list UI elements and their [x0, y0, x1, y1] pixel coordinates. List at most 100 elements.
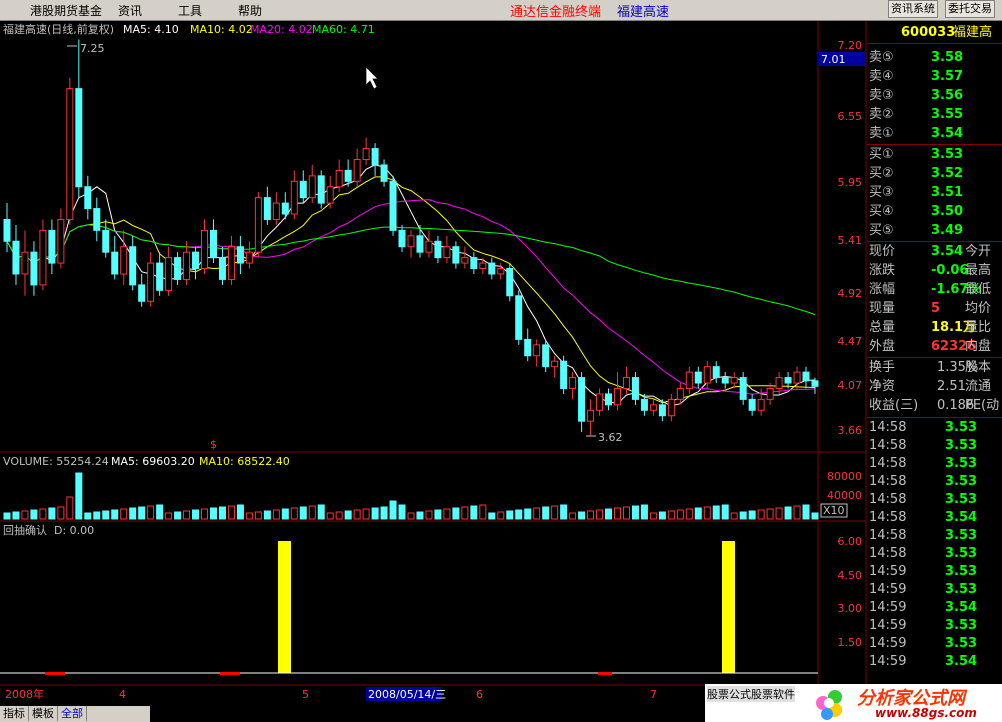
order-book-sell-row: 卖⑤ 3.58 [867, 49, 1002, 67]
volume-bar [605, 508, 613, 520]
sell-price: 3.55 [931, 107, 964, 122]
menu-item-help[interactable]: 帮助 [238, 2, 262, 19]
news-system-button[interactable]: 资讯系统 [888, 0, 938, 18]
menu-item-news[interactable]: 资讯 [118, 2, 142, 19]
sell-level-label: 卖⑤ [869, 50, 894, 65]
volume-bar [497, 511, 505, 520]
volume-bar [631, 505, 639, 520]
candle-body [12, 240, 20, 275]
volume-bar [793, 505, 801, 520]
candle-body [335, 169, 343, 188]
candle-body [676, 387, 684, 400]
quote-panel: 600033 福建高 卖⑤ 3.58 卖④ 3.57 卖③ 3.56 卖② 3.55 卖① 3.5… [867, 21, 1002, 701]
y-tick-3: 5.95 [838, 176, 863, 189]
candle-body [775, 377, 783, 389]
quote-stat-label-secondary: 最高 [965, 263, 992, 278]
quote-stat-label-secondary: 最低 [965, 282, 992, 297]
tick-row: 14:59 3.54 [867, 599, 1002, 617]
volume-bar [201, 508, 209, 520]
quote-stat-label: 换手 [869, 360, 896, 375]
high-price-label: 7.25 [80, 42, 105, 55]
volume-bar [335, 511, 343, 520]
volume-bar [93, 511, 101, 520]
tab-templates[interactable]: 模板 [29, 706, 58, 721]
volume-bar [111, 509, 119, 520]
candle-body [407, 235, 415, 248]
volume-bar [209, 507, 217, 520]
sell-level-label: 卖② [869, 107, 894, 122]
volume-bar [488, 512, 496, 520]
volume-bar [587, 510, 595, 520]
indicator-y-tick-1: 6.00 [838, 535, 863, 548]
buy-price: 3.50 [931, 204, 964, 219]
volume-bar [712, 505, 720, 520]
volume-bar [766, 508, 774, 520]
quote-stat-value: -0.06 [931, 263, 969, 278]
volume-ma10-label: MA10: 68522.40 [199, 455, 290, 468]
volume-bar [515, 509, 523, 520]
trade-button[interactable]: 委托交易 [945, 0, 995, 18]
quote-stat-label: 现价 [869, 244, 896, 259]
candle-body [272, 202, 280, 220]
candle-body [560, 360, 568, 389]
volume-bar [129, 507, 137, 520]
candle-body [398, 229, 406, 248]
candle-body [48, 229, 56, 264]
volume-bar [362, 508, 370, 520]
candle-body [757, 398, 765, 411]
quote-stat-label-secondary: 内盘 [965, 339, 992, 354]
tick-price: 3.53 [945, 582, 978, 597]
volume-bar [658, 511, 666, 520]
volume-bar [147, 505, 155, 520]
volume-bar [12, 511, 20, 520]
volume-bar [102, 510, 110, 520]
candle-body [209, 229, 217, 259]
candle-body [443, 246, 451, 259]
y-tick-4: 5.41 [838, 234, 863, 247]
quote-separator [867, 241, 1002, 242]
volume-bar [183, 510, 191, 520]
candle-body [120, 246, 128, 275]
candle-body [201, 229, 209, 270]
sell-price: 3.57 [931, 69, 964, 84]
quote-stat-value: 3.54 [931, 244, 964, 259]
candle-body [515, 295, 523, 340]
ma60-label: MA60: 4.71 [312, 23, 375, 36]
volume-bar [57, 506, 65, 520]
candle-body [308, 175, 316, 199]
buy-level-label: 买⑤ [869, 223, 894, 238]
tab-indicators[interactable]: 指标 [0, 706, 29, 721]
watermark-url: www.88gs.com [875, 706, 977, 720]
tick-price: 3.53 [945, 474, 978, 489]
volume-bar [551, 505, 559, 520]
kline-chart-area[interactable]: 福建高速(日线,前复权) MA5: 4.10 MA10: 4.02 MA20: … [0, 21, 867, 702]
candle-body [667, 398, 675, 417]
candle-body [236, 246, 244, 264]
quote-stat-row: 外盘 62326 内盘 [867, 338, 1002, 356]
candle-body [658, 404, 666, 417]
chart-background [0, 21, 867, 702]
volume-bar [407, 512, 415, 520]
tick-row: 14:58 3.53 [867, 473, 1002, 491]
order-book-buy-row: 买③ 3.51 [867, 184, 1002, 202]
candle-body [290, 180, 298, 215]
buy-price: 3.52 [931, 166, 964, 181]
candle-body [254, 197, 262, 253]
candle-body [542, 344, 550, 368]
candle-body [497, 268, 505, 275]
quote-stat-row: 收益(三) 0.186 PE(动 [867, 397, 1002, 415]
candle-body [317, 175, 325, 204]
tab-all[interactable]: 全部 [58, 706, 87, 721]
candle-body [587, 409, 595, 422]
indicator-y-tick-4: 1.50 [838, 636, 863, 649]
stock-title: 福建高速 [617, 5, 670, 20]
candle-body [793, 371, 801, 384]
quote-separator [867, 43, 1002, 44]
menu-item-tools[interactable]: 工具 [178, 2, 202, 19]
volume-bar [236, 504, 244, 520]
volume-bar [533, 507, 541, 520]
menu-item-hk-futures[interactable]: 港股期货基金 [30, 2, 102, 19]
tick-row: 14:59 3.53 [867, 635, 1002, 653]
y-tick-7: 4.07 [838, 379, 863, 392]
candle-body [227, 246, 235, 280]
